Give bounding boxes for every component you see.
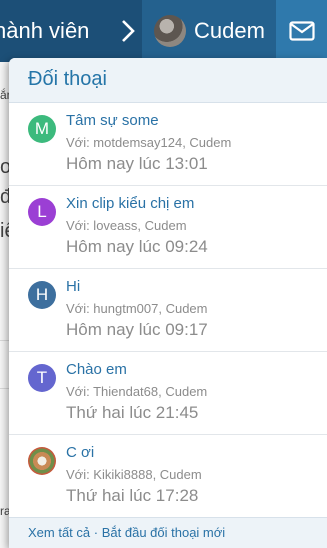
members-nav-link[interactable]: hành viên bbox=[0, 0, 114, 62]
user-avatar bbox=[154, 15, 186, 47]
conversation-participants: Với: motdemsay124, Cudem bbox=[66, 135, 232, 150]
conversation-time: Thứ hai lúc 17:28 bbox=[66, 486, 199, 505]
view-all-link[interactable]: Xem tất cả bbox=[28, 525, 90, 540]
conversation-item[interactable]: T Chào em Với: Thiendat68, Cudem Thứ hai… bbox=[9, 352, 327, 435]
top-navigation-bar: hành viên Cudem bbox=[0, 0, 327, 62]
conversation-avatar[interactable]: H bbox=[28, 281, 56, 309]
chevron-right-icon bbox=[122, 20, 135, 42]
dropdown-footer: Xem tất cả · Bắt đầu đối thoại mới bbox=[9, 517, 327, 548]
conversation-title[interactable]: Xin clip kiểu chị em bbox=[66, 195, 194, 212]
conversation-item[interactable]: L Xin clip kiểu chị em Với: loveass, Cud… bbox=[9, 186, 327, 269]
conversation-time: Hôm nay lúc 13:01 bbox=[66, 154, 208, 173]
user-menu-button[interactable]: Cudem bbox=[142, 0, 276, 62]
conversation-title[interactable]: Hi bbox=[66, 278, 80, 295]
conversation-participants: Với: Kikiki8888, Cudem bbox=[66, 467, 202, 482]
username-label: Cudem bbox=[194, 18, 265, 43]
conversation-time: Hôm nay lúc 09:17 bbox=[66, 320, 208, 339]
conversation-item[interactable]: M Tâm sự some Với: motdemsay124, Cudem H… bbox=[9, 103, 327, 186]
footer-separator: · bbox=[93, 525, 99, 540]
conversation-participants: Với: loveass, Cudem bbox=[66, 218, 187, 233]
conversation-avatar[interactable]: M bbox=[28, 115, 56, 143]
conversation-title[interactable]: Chào em bbox=[66, 361, 127, 378]
conversation-item[interactable]: H Hi Với: hungtm007, Cudem Hôm nay lúc 0… bbox=[9, 269, 327, 352]
envelope-icon bbox=[288, 21, 315, 41]
start-conversation-link[interactable]: Bắt đầu đối thoại mới bbox=[102, 525, 225, 540]
conversations-dropdown: Đối thoại M Tâm sự some Với: motdemsay12… bbox=[9, 58, 327, 548]
conversation-title[interactable]: C ơi bbox=[66, 444, 94, 461]
conversation-time: Thứ hai lúc 21:45 bbox=[66, 403, 199, 422]
conversation-avatar[interactable] bbox=[28, 447, 56, 475]
conversation-time: Hôm nay lúc 09:24 bbox=[66, 237, 208, 256]
conversation-avatar[interactable]: T bbox=[28, 364, 56, 392]
members-nav-label: hành viên bbox=[0, 18, 90, 43]
dropdown-title: Đối thoại bbox=[9, 58, 327, 103]
conversation-participants: Với: hungtm007, Cudem bbox=[66, 301, 208, 316]
conversation-avatar[interactable]: L bbox=[28, 198, 56, 226]
conversation-item[interactable]: C ơi Với: Kikiki8888, Cudem Thứ hai lúc … bbox=[9, 435, 327, 517]
conversation-title[interactable]: Tâm sự some bbox=[66, 112, 159, 129]
conversation-participants: Với: Thiendat68, Cudem bbox=[66, 384, 208, 399]
conversations-button[interactable] bbox=[276, 0, 327, 62]
